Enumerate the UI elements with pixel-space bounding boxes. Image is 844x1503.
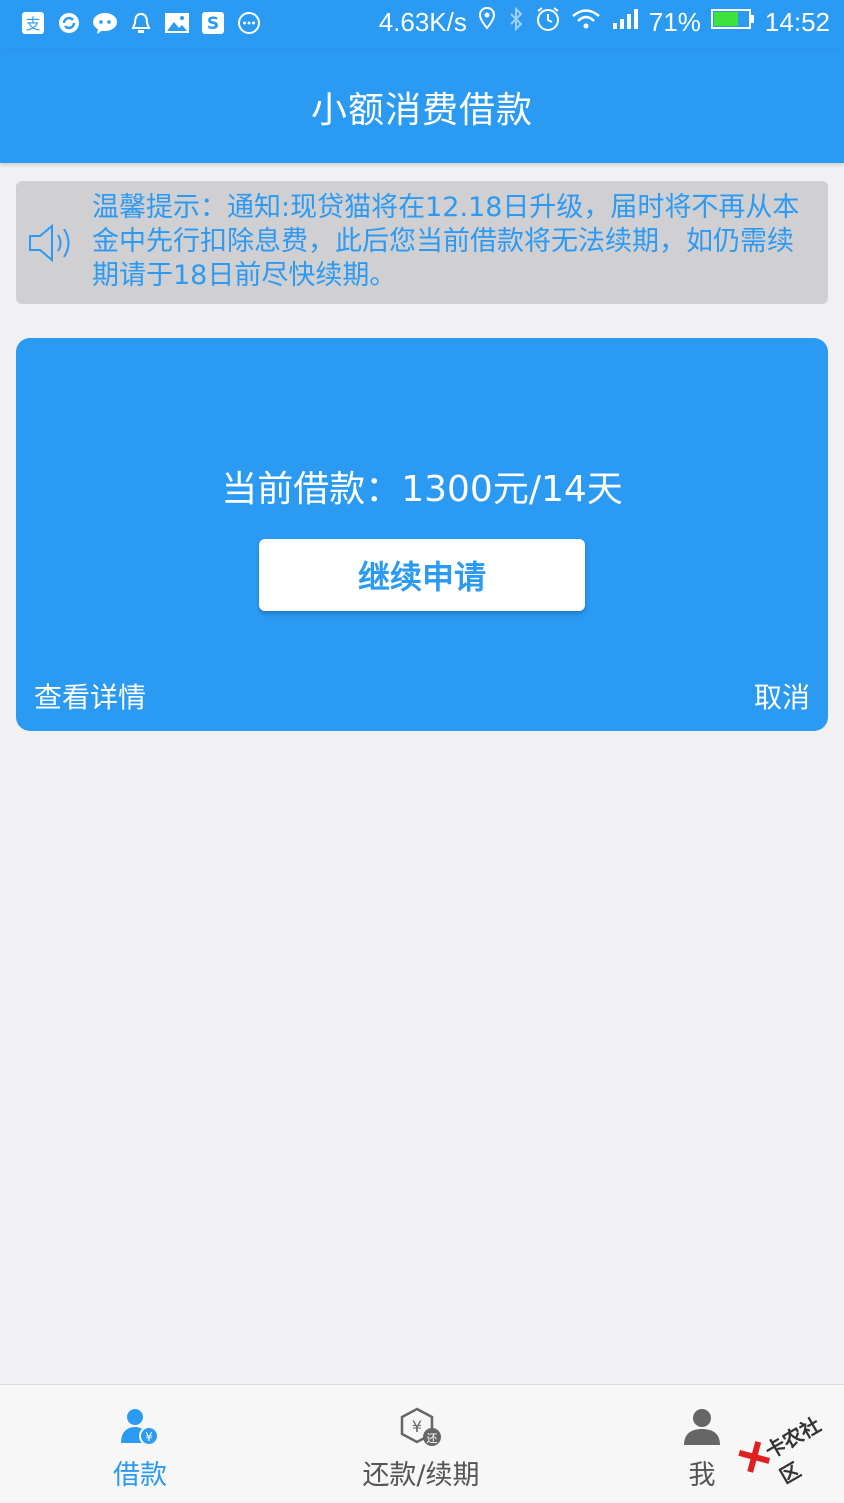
more-icon: [236, 10, 262, 36]
profile-icon: [680, 1407, 724, 1447]
system-status: 4.63K/s 71% 14:52: [379, 6, 830, 39]
nav-label-loan: 借款: [113, 1460, 167, 1491]
alarm-clock-icon: [535, 6, 561, 39]
bottom-nav: ¥ 借款 ¥ 还 还款/续期 我: [0, 1384, 844, 1501]
nav-item-repay[interactable]: ¥ 还 还款/续期: [311, 1385, 531, 1501]
current-loan-text: 当前借款：1300元/14天: [221, 469, 623, 510]
alarm-bell-icon: [128, 10, 154, 36]
battery-percent: 71%: [648, 7, 701, 37]
page-title: 小额消费借款: [310, 89, 533, 131]
sync-icon: [56, 10, 82, 36]
svg-text:S: S: [207, 14, 219, 34]
nav-label-repay: 还款/续期: [362, 1460, 480, 1491]
gallery-icon: [164, 10, 190, 36]
location-icon: [477, 6, 497, 39]
nav-item-loan[interactable]: ¥ 借款: [30, 1385, 250, 1501]
view-details-link[interactable]: 查看详情: [34, 676, 146, 716]
status-bar: 支 S 4.63K/s 71% 14:52: [0, 0, 844, 50]
notification-icons: 支 S: [20, 10, 262, 36]
loan-user-icon: ¥: [118, 1407, 162, 1447]
repay-icon: ¥ 还: [399, 1407, 443, 1447]
speaker-icon: [26, 221, 90, 265]
current-loan-card: 当前借款：1300元/14天 继续申请 查看详情 取消: [16, 338, 828, 731]
s-app-icon: S: [200, 10, 226, 36]
app-header: 小额消费借款: [0, 50, 844, 163]
notice-text: 温馨提示：通知:现贷猫将在12.18日升级，届时将不再从本金中先行扣除息费，此后…: [92, 192, 800, 291]
svg-text:还: 还: [427, 1432, 438, 1445]
cancel-link[interactable]: 取消: [754, 676, 810, 716]
bluetooth-icon: [507, 6, 525, 39]
svg-text:¥: ¥: [412, 1417, 422, 1436]
signal-icon: [611, 7, 639, 38]
net-speed: 4.63K/s: [378, 7, 467, 37]
clock: 14:52: [764, 7, 830, 37]
battery-icon: [710, 7, 755, 38]
svg-text:¥: ¥: [145, 1430, 153, 1444]
wechat-icon: [92, 10, 118, 36]
notice-banner: 温馨提示：通知:现贷猫将在12.18日升级，届时将不再从本金中先行扣除息费，此后…: [16, 181, 828, 304]
continue-apply-button[interactable]: 继续申请: [259, 539, 585, 611]
wifi-icon: [571, 7, 601, 38]
svg-text:支: 支: [25, 15, 40, 33]
alipay-icon: 支: [20, 10, 46, 36]
